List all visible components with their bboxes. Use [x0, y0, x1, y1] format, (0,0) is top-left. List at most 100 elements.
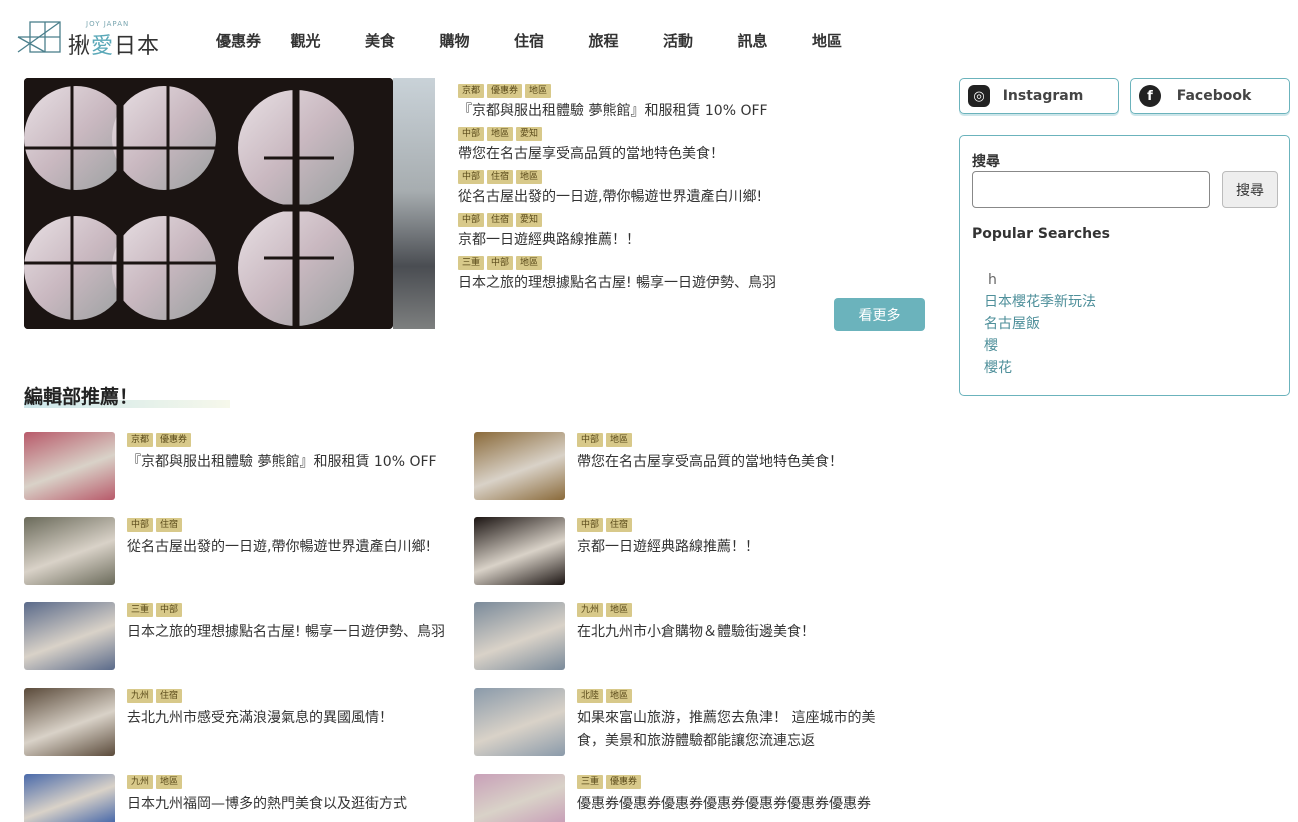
tag[interactable]: 三重 — [458, 256, 485, 270]
card-title[interactable]: 帶您在名古屋享受高品質的當地特色美食！ — [577, 451, 902, 474]
card-title[interactable]: 優惠券優惠券優惠券優惠券優惠券優惠券優惠券 — [577, 793, 902, 816]
tag[interactable]: 京都 — [127, 433, 154, 447]
tag-list: 北陸 地區 — [577, 689, 633, 703]
nav-item-trips[interactable]: 旅程 — [589, 30, 664, 51]
headline-item[interactable]: 三重 中部 地區 日本之旅的理想據點名古屋! 暢享一日遊伊勢、鳥羽 — [458, 256, 928, 299]
site-logo[interactable]: JOY JAPAN 揪愛日本 — [16, 18, 176, 59]
headline-item[interactable]: 中部 住宿 愛知 京都一日遊經典路線推薦！！ — [458, 213, 928, 256]
tag[interactable]: 地區 — [156, 775, 183, 789]
card-thumbnail[interactable] — [24, 602, 115, 670]
tag[interactable]: 優惠券 — [487, 84, 523, 98]
card-thumbnail[interactable] — [474, 517, 565, 585]
card-title[interactable]: 在北九州市小倉購物＆體驗街邊美食！ — [577, 621, 902, 644]
nav-item-coupons[interactable]: 優惠券 — [216, 30, 291, 51]
recommend-card[interactable]: 九州 地區 在北九州市小倉購物＆體驗街邊美食！ — [474, 602, 914, 672]
tag[interactable]: 九州 — [577, 603, 604, 617]
tag[interactable]: 中部 — [577, 433, 604, 447]
nav-item-news[interactable]: 訊息 — [738, 30, 813, 51]
headline-item[interactable]: 中部 地區 愛知 帶您在名古屋享受高品質的當地特色美食！ — [458, 127, 928, 170]
card-title[interactable]: 如果來富山旅游，推薦您去魚津！ 這座城市的美食，美景和旅游體驗都能讓您流連忘返 — [577, 707, 902, 753]
card-thumbnail[interactable] — [24, 432, 115, 500]
tag[interactable]: 中部 — [127, 518, 154, 532]
card-thumbnail[interactable] — [474, 688, 565, 756]
tag[interactable]: 地區 — [516, 256, 543, 270]
popular-search-item[interactable]: h — [984, 269, 1096, 291]
nav-item-shopping[interactable]: 購物 — [440, 30, 515, 51]
recommend-card[interactable]: 中部 住宿 京都一日遊經典路線推薦！！ — [474, 517, 914, 587]
tag[interactable]: 九州 — [127, 689, 154, 703]
tag[interactable]: 愛知 — [516, 213, 543, 227]
headline-title[interactable]: 『京都與服出租體驗 夢熊館』和服租賃 10% OFF — [458, 100, 928, 120]
nav-item-food[interactable]: 美食 — [365, 30, 440, 51]
recommend-card[interactable]: 中部 地區 帶您在名古屋享受高品質的當地特色美食！ — [474, 432, 914, 502]
tag[interactable]: 北陸 — [577, 689, 604, 703]
tag[interactable]: 優惠券 — [606, 775, 642, 789]
tag[interactable]: 中部 — [487, 256, 514, 270]
tag[interactable]: 中部 — [577, 518, 604, 532]
tag[interactable]: 中部 — [156, 603, 183, 617]
tag[interactable]: 中部 — [458, 127, 485, 141]
headline-title[interactable]: 日本之旅的理想據點名古屋! 暢享一日遊伊勢、鳥羽 — [458, 272, 928, 292]
tag[interactable]: 九州 — [127, 775, 154, 789]
nav-item-regions[interactable]: 地區 — [812, 30, 887, 51]
hero-image[interactable] — [24, 78, 393, 329]
card-thumbnail[interactable] — [474, 602, 565, 670]
tag[interactable]: 中部 — [458, 170, 485, 184]
card-thumbnail[interactable] — [24, 517, 115, 585]
tag[interactable]: 住宿 — [606, 518, 633, 532]
popular-search-item[interactable]: 名古屋飯 — [984, 313, 1096, 335]
tag[interactable]: 住宿 — [156, 689, 183, 703]
search-button[interactable]: 搜尋 — [1222, 171, 1278, 208]
tag[interactable]: 住宿 — [487, 213, 514, 227]
headline-title[interactable]: 京都一日遊經典路線推薦！！ — [458, 229, 928, 249]
card-thumbnail[interactable] — [474, 432, 565, 500]
card-title[interactable]: 去北九州市感受充滿浪漫氣息的異國風情！ — [127, 707, 452, 730]
recommend-card[interactable]: 九州 地區 日本九州福岡—博多的熱門美食以及逛街方式 — [24, 774, 464, 822]
hero-carousel[interactable] — [24, 78, 435, 329]
popular-search-item[interactable]: 櫻花 — [984, 357, 1096, 379]
card-title[interactable]: 『京都與服出租體驗 夢熊館』和服租賃 10% OFF — [127, 451, 452, 474]
recommend-card[interactable]: 北陸 地區 如果來富山旅游，推薦您去魚津！ 這座城市的美食，美景和旅游體驗都能讓… — [474, 688, 914, 758]
card-title[interactable]: 京都一日遊經典路線推薦！！ — [577, 536, 902, 559]
nav-item-sightseeing[interactable]: 觀光 — [291, 30, 366, 51]
nav-item-lodging[interactable]: 住宿 — [514, 30, 589, 51]
headline-item[interactable]: 中部 住宿 地區 從名古屋出發的一日遊,帶你暢遊世界遺產白川鄉! — [458, 170, 928, 213]
tag[interactable]: 住宿 — [156, 518, 183, 532]
headline-item[interactable]: 京都 優惠券 地區 『京都與服出租體驗 夢熊館』和服租賃 10% OFF — [458, 84, 928, 127]
recommend-card[interactable]: 九州 住宿 去北九州市感受充滿浪漫氣息的異國風情！ — [24, 688, 464, 758]
card-thumbnail[interactable] — [474, 774, 565, 822]
tag[interactable]: 愛知 — [516, 127, 543, 141]
tag[interactable]: 三重 — [127, 603, 154, 617]
card-title[interactable]: 從名古屋出發的一日遊,帶你暢遊世界遺產白川鄉! — [127, 536, 452, 559]
card-title[interactable]: 日本九州福岡—博多的熱門美食以及逛街方式 — [127, 793, 452, 816]
instagram-button[interactable]: ◎ Instagram — [959, 78, 1119, 114]
tag[interactable]: 地區 — [606, 689, 633, 703]
tag[interactable]: 地區 — [525, 84, 552, 98]
recommend-card[interactable]: 三重 優惠券 優惠券優惠券優惠券優惠券優惠券優惠券優惠券 — [474, 774, 914, 822]
tag[interactable]: 優惠券 — [156, 433, 192, 447]
nav-item-events[interactable]: 活動 — [663, 30, 738, 51]
card-title[interactable]: 日本之旅的理想據點名古屋! 暢享一日遊伊勢、鳥羽 — [127, 621, 452, 644]
card-thumbnail[interactable] — [24, 688, 115, 756]
tag[interactable]: 住宿 — [487, 170, 514, 184]
tag[interactable]: 地區 — [487, 127, 514, 141]
tag[interactable]: 地區 — [516, 170, 543, 184]
headline-title[interactable]: 帶您在名古屋享受高品質的當地特色美食！ — [458, 143, 928, 163]
recommend-card[interactable]: 三重 中部 日本之旅的理想據點名古屋! 暢享一日遊伊勢、鳥羽 — [24, 602, 464, 672]
recommend-card[interactable]: 中部 住宿 從名古屋出發的一日遊,帶你暢遊世界遺產白川鄉! — [24, 517, 464, 587]
card-thumbnail[interactable] — [24, 774, 115, 822]
tag[interactable]: 三重 — [577, 775, 604, 789]
recommend-card[interactable]: 京都 優惠券 『京都與服出租體驗 夢熊館』和服租賃 10% OFF — [24, 432, 464, 502]
popular-search-item[interactable]: 櫻 — [984, 335, 1096, 357]
tag-list: 中部 住宿 — [577, 518, 633, 532]
tag[interactable]: 地區 — [606, 603, 633, 617]
search-input[interactable] — [972, 171, 1210, 208]
facebook-button[interactable]: f Facebook — [1130, 78, 1290, 114]
tag[interactable]: 京都 — [458, 84, 485, 98]
tag[interactable]: 地區 — [606, 433, 633, 447]
popular-search-item[interactable]: 日本櫻花季新玩法 — [984, 291, 1096, 313]
tag[interactable]: 中部 — [458, 213, 485, 227]
hero-next-slide[interactable] — [393, 78, 435, 329]
see-more-button[interactable]: 看更多 — [834, 298, 925, 331]
headline-title[interactable]: 從名古屋出發的一日遊,帶你暢遊世界遺產白川鄉! — [458, 186, 928, 206]
